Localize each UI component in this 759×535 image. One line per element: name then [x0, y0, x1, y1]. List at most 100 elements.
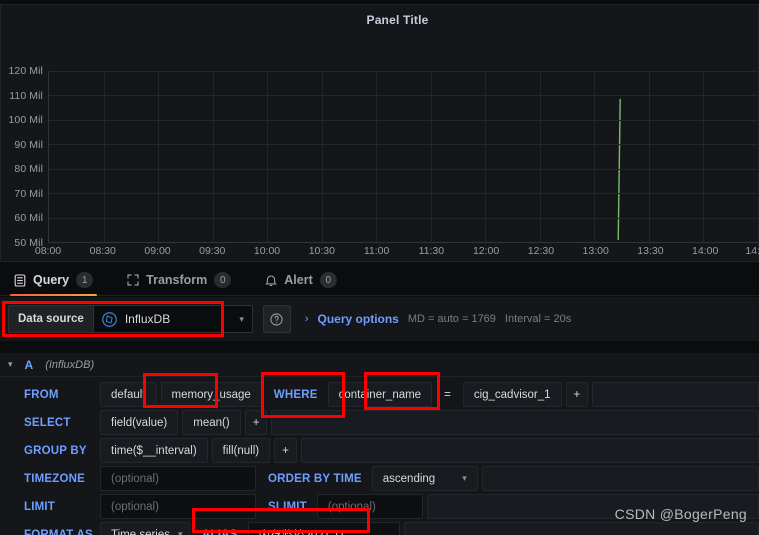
query-options: › Query options MD = auto = 1769 Interva… [305, 312, 571, 326]
where-operator-segment[interactable]: = [436, 382, 459, 407]
from-measurement-segment[interactable]: memory_usage [160, 382, 262, 407]
x-axis-tick: 09:30 [199, 245, 226, 257]
group-by-row: GROUP BY time($__interval) fill(null) + [16, 438, 759, 463]
chevron-down-icon[interactable]: ▾ [8, 359, 13, 370]
x-axis-tick: 09:00 [144, 245, 171, 257]
tab-alert-count: 0 [319, 272, 337, 288]
alias-input[interactable]: 内存监控2021.11 [247, 522, 400, 535]
query-options-md: MD = auto = 1769 [407, 313, 496, 325]
page-title: Panel Title [366, 13, 429, 27]
order-by-time-select[interactable]: ascending ▾ [371, 466, 478, 491]
series-line [617, 98, 621, 241]
x-axis-tick: 08:30 [89, 245, 116, 257]
datasource-label: Data source [8, 305, 93, 333]
tab-query-count: 1 [76, 272, 94, 288]
alias-label: ALIAS [202, 528, 238, 535]
tab-alert-label: Alert [284, 273, 313, 287]
tab-transform[interactable]: Transform 0 [123, 265, 245, 295]
editor-tabs: Query 1 Transform 0 Alert 0 [0, 264, 759, 296]
group-by-add-button[interactable]: + [274, 438, 297, 463]
y-axis-tick: 120 Mil [8, 65, 43, 77]
tab-alert[interactable]: Alert 0 [261, 265, 350, 295]
datasource-selected-value: InfluxDB [124, 312, 171, 326]
group-by-row-filler [300, 438, 759, 463]
group-by-label: GROUP BY [24, 444, 87, 457]
x-axis-tick: 11:30 [418, 245, 445, 257]
from-policy-segment[interactable]: default [100, 382, 157, 407]
x-axis-tick: 10:30 [308, 245, 335, 257]
y-axis-tick: 80 Mil [14, 163, 43, 176]
plot-region [48, 71, 758, 243]
x-axis-tick: 14:00 [692, 245, 719, 257]
format-as-row: FORMAT AS Time series ▾ ALIAS 内存监控2021.1… [16, 522, 759, 535]
active-tab-indicator [10, 294, 98, 296]
chevron-down-icon: ▾ [178, 529, 183, 535]
tab-transform-label: Transform [146, 273, 208, 287]
y-axis-tick: 70 Mil [14, 187, 43, 200]
x-axis-tick: 12:30 [527, 245, 555, 257]
tab-transform-count: 0 [214, 272, 232, 288]
y-axis-tick: 90 Mil [14, 138, 43, 151]
bell-icon [265, 274, 277, 287]
x-axis: 08:00 08:30 09:00 09:30 10:00 10:30 11:0… [35, 245, 759, 259]
select-aggregate-segment[interactable]: mean() [182, 410, 241, 435]
query-datasource-name: (InfluxDB) [45, 358, 95, 371]
y-axis-tick: 100 Mil [8, 114, 43, 127]
query-row-header: ▾ A (InfluxDB) [0, 353, 759, 377]
query-options-toggle[interactable]: Query options [318, 312, 399, 326]
slimit-label: SLIMIT [268, 500, 307, 513]
datasource-row: Data source InfluxDB ▾ › Query options M… [0, 297, 759, 341]
graph-panel: Panel Title 120 Mil 110 Mil 100 Mil 90 M… [0, 4, 759, 280]
where-label: WHERE [273, 388, 318, 401]
x-axis-tick: 13:00 [582, 245, 609, 257]
group-by-fill-segment[interactable]: fill(null) [211, 438, 271, 463]
format-as-value: Time series [111, 528, 170, 535]
where-add-button[interactable]: + [565, 382, 589, 407]
format-as-label: FORMAT AS [24, 528, 93, 535]
from-row: FROM default memory_usage WHERE containe… [16, 382, 759, 407]
chevron-right-icon[interactable]: › [305, 313, 309, 325]
influxdb-icon [101, 311, 117, 327]
format-as-select[interactable]: Time series ▾ [100, 522, 190, 535]
limit-input[interactable]: (optional) [100, 494, 256, 519]
slimit-input[interactable]: (optional) [316, 494, 423, 519]
where-tag-key-segment[interactable]: container_name [327, 382, 433, 407]
select-add-button[interactable]: + [244, 410, 268, 435]
select-field-segment[interactable]: field(value) [100, 410, 179, 435]
watermark: CSDN @BogerPeng [614, 506, 747, 522]
group-by-time-segment[interactable]: time($__interval) [100, 438, 208, 463]
order-by-time-value: ascending [382, 472, 436, 485]
order-by-time-label: ORDER BY TIME [268, 472, 362, 485]
query-ref-id[interactable]: A [25, 358, 34, 372]
datasource-picker[interactable]: InfluxDB ▾ [92, 305, 253, 333]
datasource-help-button[interactable] [262, 305, 291, 333]
query-options-interval: Interval = 20s [504, 313, 572, 325]
transform-icon [127, 274, 139, 286]
timezone-input[interactable]: (optional) [100, 466, 256, 491]
select-label: SELECT [24, 416, 71, 429]
select-row-filler [271, 410, 759, 435]
x-axis-tick: 10:00 [253, 245, 281, 257]
timezone-label: TIMEZONE [24, 472, 86, 485]
x-axis-tick: 11:00 [363, 245, 390, 257]
select-row: SELECT field(value) mean() + [16, 410, 759, 435]
chevron-down-icon: ▾ [462, 473, 467, 483]
y-axis-tick: 60 Mil [14, 212, 43, 225]
timezone-row: TIMEZONE (optional) ORDER BY TIME ascend… [16, 466, 759, 491]
where-tag-value-segment[interactable]: cig_cadvisor_1 [462, 382, 562, 407]
format-as-row-filler [403, 522, 759, 535]
chevron-down-icon: ▾ [239, 313, 244, 324]
from-row-filler [592, 382, 759, 407]
database-icon [14, 273, 26, 287]
x-axis-tick: 14:30 [745, 245, 759, 257]
tab-query[interactable]: Query 1 [10, 265, 107, 296]
limit-label: LIMIT [24, 500, 56, 513]
x-axis-tick: 13:30 [637, 245, 664, 257]
y-axis: 120 Mil 110 Mil 100 Mil 90 Mil 80 Mil 70… [1, 65, 47, 249]
timezone-row-filler [481, 466, 759, 491]
chart-area: 120 Mil 110 Mil 100 Mil 90 Mil 80 Mil 70… [1, 37, 759, 280]
x-axis-tick: 08:00 [34, 245, 62, 257]
x-axis-tick: 12:00 [472, 245, 500, 257]
tab-query-label: Query [33, 273, 70, 287]
y-axis-tick: 110 Mil [9, 89, 43, 102]
